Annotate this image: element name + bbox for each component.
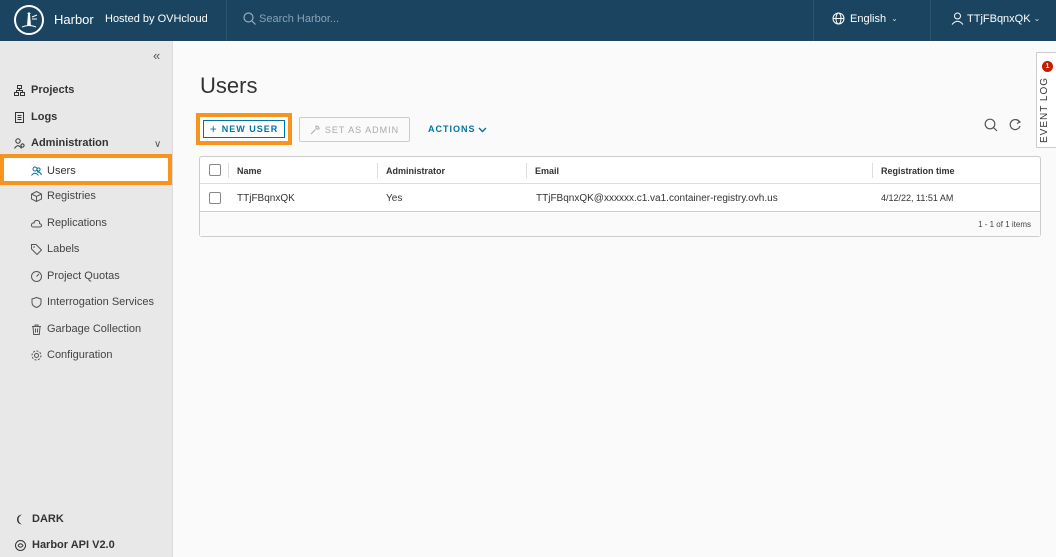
event-log-tab[interactable]: 1 EVENT LOG: [1036, 52, 1056, 148]
sidebar-item-label: Registries: [47, 190, 96, 202]
projects-icon: [14, 84, 25, 96]
hosted-by-label: Hosted by OVHcloud: [105, 13, 208, 25]
header-divider: [813, 0, 814, 41]
gear-icon: [31, 350, 42, 360]
wrench-icon: [310, 124, 320, 134]
dark-mode-label: DARK: [32, 513, 64, 525]
actions-dropdown[interactable]: ACTIONS: [428, 124, 487, 134]
api-icon: [15, 539, 26, 551]
chevron-down-icon: ⌄: [1033, 14, 1041, 23]
harbor-api-link[interactable]: Harbor API V2.0: [15, 539, 115, 551]
column-divider: [228, 163, 229, 178]
sidebar-item-label: Garbage Collection: [47, 323, 142, 335]
sidebar-item-configuration[interactable]: Configuration: [31, 349, 112, 361]
new-user-highlight: + NEW USER: [196, 113, 292, 145]
harbor-logo[interactable]: [14, 5, 44, 35]
moon-icon: [17, 514, 22, 524]
admin-icon: [14, 137, 25, 149]
page-title: Users: [200, 73, 258, 98]
cube-icon: [31, 190, 42, 202]
new-user-button[interactable]: + NEW USER: [203, 120, 285, 138]
sidebar-item-users[interactable]: Users: [0, 154, 172, 185]
sidebar-item-interrogation-services[interactable]: Interrogation Services: [31, 296, 154, 308]
dark-mode-toggle[interactable]: DARK: [15, 513, 64, 525]
sidebar-item-garbage-collection[interactable]: Garbage Collection: [31, 323, 141, 335]
set-as-admin-button[interactable]: SET AS ADMIN: [299, 117, 410, 142]
globe-icon: [832, 12, 845, 25]
sidebar-item-label: Interrogation Services: [47, 296, 154, 308]
cell-administrator: Yes: [386, 193, 403, 204]
column-header-administrator[interactable]: Administrator: [386, 166, 445, 176]
actions-label: ACTIONS: [428, 124, 476, 134]
lighthouse-icon: [21, 12, 38, 28]
sidebar-item-logs[interactable]: Logs: [14, 111, 57, 123]
collapse-sidebar-icon[interactable]: «: [153, 48, 160, 63]
sidebar-item-label: Project Quotas: [47, 270, 120, 282]
dashboard-icon: [31, 270, 42, 282]
top-header: Harbor Hosted by OVHcloud English ⌄ TTjF…: [0, 0, 1056, 41]
select-all-checkbox[interactable]: [209, 164, 221, 176]
event-count-badge: 1: [1042, 61, 1053, 72]
sidebar-item-label: Replications: [47, 217, 107, 229]
sidebar-item-projects[interactable]: Projects: [14, 84, 74, 96]
cell-email: TTjFBqnxQK@xxxxxx.c1.va1.container-regis…: [536, 193, 778, 204]
cell-name: TTjFBqnxQK: [237, 193, 295, 204]
set-as-admin-label: SET AS ADMIN: [324, 124, 400, 135]
sidebar-item-labels[interactable]: Labels: [31, 243, 79, 255]
api-label: Harbor API V2.0: [32, 539, 115, 551]
sidebar-item-project-quotas[interactable]: Project Quotas: [31, 270, 120, 282]
shield-icon: [31, 296, 42, 308]
row-checkbox[interactable]: [209, 192, 221, 204]
chevron-down-icon: ⌄: [891, 14, 898, 23]
plus-icon: +: [209, 122, 218, 136]
sidebar-item-label: Logs: [31, 111, 58, 123]
username-label: TTjFBqnxQK: [967, 12, 1031, 25]
search-input[interactable]: [259, 12, 379, 25]
column-divider[interactable]: [872, 163, 873, 178]
chevron-down-icon[interactable]: ∨: [154, 139, 161, 150]
users-icon: [31, 166, 42, 176]
global-search[interactable]: [243, 12, 379, 25]
language-selector[interactable]: English ⌄: [832, 12, 898, 25]
sidebar-item-label: Administration: [31, 137, 109, 149]
user-icon: [951, 12, 964, 25]
sidebar-item-label: Labels: [47, 243, 80, 255]
search-icon[interactable]: [984, 118, 998, 132]
users-table: Name Administrator Email Registration ti…: [199, 156, 1041, 237]
sidebar-item-registries[interactable]: Registries: [31, 190, 96, 202]
table-row[interactable]: TTjFBqnxQK Yes TTjFBqnxQK@xxxxxx.c1.va1.…: [200, 185, 1040, 212]
sidebar-item-label: Projects: [31, 84, 75, 96]
chevron-down-icon: [478, 127, 486, 132]
sidebar-item-administration[interactable]: Administration: [14, 137, 109, 149]
cell-registration-time: 4/12/22, 11:51 AM: [881, 193, 954, 203]
language-label: English: [850, 12, 887, 25]
header-divider: [930, 0, 931, 41]
brand-name[interactable]: Harbor: [54, 12, 94, 27]
pagination-info: 1 - 1 of 1 items: [978, 220, 1031, 229]
column-header-name[interactable]: Name: [237, 166, 262, 176]
refresh-icon[interactable]: [1008, 118, 1022, 132]
cloud-icon: [31, 219, 42, 227]
trash-icon: [32, 324, 41, 335]
log-icon: [15, 111, 24, 123]
user-menu[interactable]: TTjFBqnxQK ⌄: [951, 12, 1040, 25]
column-header-registration-time[interactable]: Registration time: [881, 166, 955, 176]
header-divider: [226, 0, 227, 41]
tag-icon: [31, 243, 42, 255]
column-header-email[interactable]: Email: [535, 166, 559, 176]
sidebar-item-replications[interactable]: Replications: [31, 217, 107, 229]
search-icon: [243, 12, 256, 25]
sidebar-item-label: Configuration: [47, 349, 113, 361]
column-divider[interactable]: [377, 163, 378, 178]
sidebar-item-label: Users: [47, 165, 76, 177]
new-user-label: NEW USER: [221, 124, 279, 134]
event-log-label: EVENT LOG: [1039, 76, 1050, 143]
table-footer: 1 - 1 of 1 items: [200, 213, 1040, 236]
sidebar: « Projects Logs Administration ∨ Users R…: [0, 41, 173, 557]
table-header: Name Administrator Email Registration ti…: [200, 157, 1040, 184]
column-divider[interactable]: [526, 163, 527, 178]
